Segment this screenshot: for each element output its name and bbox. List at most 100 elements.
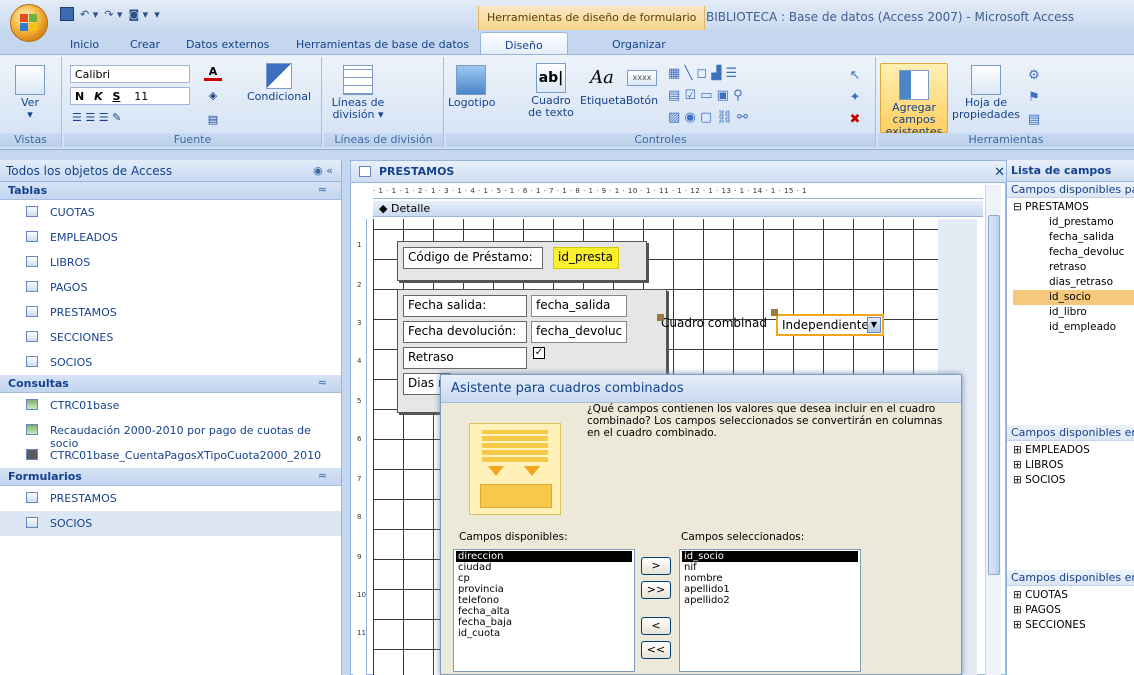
list-item[interactable]: id_cuota: [456, 628, 632, 639]
tab-inicio[interactable]: Inicio: [70, 38, 99, 51]
field-item[interactable]: id_libro: [1013, 305, 1134, 320]
nav-item-form[interactable]: SOCIOS: [0, 511, 341, 536]
codigo-label[interactable]: Código de Préstamo:: [403, 247, 543, 269]
field-item-selected[interactable]: id_socio: [1013, 290, 1134, 305]
attachment-icon[interactable]: ⚲: [733, 88, 743, 103]
nav-collapse-icon[interactable]: ◉ «: [313, 164, 333, 177]
code-icon[interactable]: ⚙: [1028, 68, 1040, 83]
nav-item-query[interactable]: Recaudación 2000-2010 por pago de cuotas…: [0, 418, 341, 450]
field-item[interactable]: id_prestamo: [1013, 215, 1134, 230]
etiqueta-button[interactable]: Aa Etiqueta: [580, 63, 626, 107]
save-icon[interactable]: [60, 7, 74, 21]
font-size-value[interactable]: 11: [134, 90, 148, 103]
gridline-color-icon[interactable]: ▤: [204, 113, 222, 129]
tab-control-icon[interactable]: ▦: [668, 66, 680, 81]
tab-order-icon[interactable]: ▤: [1028, 112, 1040, 127]
nav-item-form[interactable]: PRESTAMOS: [0, 486, 341, 511]
underline-button[interactable]: S: [112, 90, 120, 103]
vertical-scrollbar[interactable]: [985, 185, 1001, 675]
field-item[interactable]: id_empleado: [1013, 320, 1134, 335]
list-item[interactable]: nombre: [682, 573, 858, 584]
tab-herramientas-bd[interactable]: Herramientas de base de datos: [296, 38, 469, 51]
select-icon[interactable]: ↖: [850, 68, 861, 83]
combo-icon[interactable]: ▤: [668, 88, 680, 103]
customize-qat-icon[interactable]: ▾: [154, 8, 160, 21]
checkbox-icon[interactable]: ☑: [684, 88, 696, 103]
rectangle-icon[interactable]: ◻: [696, 66, 707, 81]
office-button[interactable]: [10, 4, 48, 42]
combo-label[interactable]: Cuadro combinad: [657, 314, 775, 336]
fecha-salida-field[interactable]: fecha_salida: [531, 295, 627, 317]
cuadro-texto-button[interactable]: ab| Cuadro de texto: [526, 63, 576, 119]
nav-item-table[interactable]: PAGOS: [0, 275, 341, 300]
list-item[interactable]: nif: [682, 562, 858, 573]
list-item[interactable]: apellido1: [682, 584, 858, 595]
page-break-icon[interactable]: ▭: [700, 88, 712, 103]
hoja-propiedades-button[interactable]: Hoja de propiedades: [952, 65, 1020, 121]
codigo-field[interactable]: id_presta: [553, 247, 619, 269]
document-tab[interactable]: PRESTAMOS: [351, 161, 1007, 183]
tree-node-table[interactable]: ⊞ SOCIOS: [1013, 473, 1134, 488]
nav-section-formularios[interactable]: Formularios ≈: [0, 468, 341, 486]
scroll-thumb[interactable]: [988, 215, 1000, 575]
list-item[interactable]: fecha_baja: [456, 617, 632, 628]
bold-button[interactable]: N: [75, 90, 84, 103]
remove-all-button[interactable]: <<: [641, 641, 671, 659]
tools-extra[interactable]: ⚙ ⚑ ▤: [1024, 65, 1044, 131]
fill-color-icon[interactable]: ◈: [204, 89, 222, 105]
lineas-division-button[interactable]: Líneas de división ▾: [330, 65, 386, 121]
tree-node-table[interactable]: ⊞ CUOTAS: [1013, 588, 1134, 603]
delete-icon[interactable]: ✖: [850, 112, 861, 127]
nav-item-table[interactable]: SOCIOS: [0, 350, 341, 375]
remove-field-button[interactable]: <: [641, 617, 671, 635]
boton-button[interactable]: xxxx Botón: [624, 63, 660, 107]
tab-diseno[interactable]: Diseño: [480, 32, 568, 56]
list-item[interactable]: fecha_alta: [456, 606, 632, 617]
hyperlink-icon[interactable]: ⛓: [716, 110, 733, 125]
chart-icon[interactable]: ▟: [711, 66, 721, 81]
list-item[interactable]: cp: [456, 573, 632, 584]
list-item[interactable]: telefono: [456, 595, 632, 606]
nav-item-table[interactable]: LIBROS: [0, 250, 341, 275]
list-item[interactable]: provincia: [456, 584, 632, 595]
nav-section-tablas[interactable]: Tablas ≈: [0, 182, 341, 200]
field-item[interactable]: fecha_devoluc: [1013, 245, 1134, 260]
retraso-checkbox[interactable]: ✓: [533, 347, 545, 359]
undo-icon[interactable]: ↶ ▾: [80, 8, 98, 21]
tree-node-table[interactable]: ⊞ PAGOS: [1013, 603, 1134, 618]
clip-icon[interactable]: ⚯: [737, 110, 748, 125]
add-all-button[interactable]: >>: [641, 581, 671, 599]
collapse-chevron-icon[interactable]: ≈: [318, 183, 327, 196]
italic-button[interactable]: K: [94, 90, 103, 103]
toggle-icon[interactable]: ▢: [700, 110, 712, 125]
list-item[interactable]: direccion: [456, 551, 632, 562]
view-icon[interactable]: ◙ ▾: [129, 8, 149, 21]
redo-icon[interactable]: ↷ ▾: [104, 8, 122, 21]
list-item[interactable]: apellido2: [682, 595, 858, 606]
selected-fields-list[interactable]: id_socio nif nombre apellido1 apellido2: [679, 549, 861, 672]
tab-crear[interactable]: Crear: [130, 38, 160, 51]
fecha-devolucion-field[interactable]: fecha_devoluc: [531, 321, 627, 343]
move-handle[interactable]: [771, 309, 778, 316]
detail-section-header[interactable]: ◆ Detalle: [373, 201, 983, 217]
nav-section-consultas[interactable]: Consultas ≈: [0, 375, 341, 393]
tree-node-table[interactable]: ⊞ EMPLEADOS: [1013, 443, 1134, 458]
logotipo-button[interactable]: Logotipo: [448, 65, 495, 109]
tab-organizar[interactable]: Organizar: [612, 38, 666, 51]
line-icon[interactable]: ╲: [684, 66, 692, 81]
agregar-campos-button[interactable]: Agregar campos existentes: [880, 63, 948, 138]
field-item[interactable]: fecha_salida: [1013, 230, 1134, 245]
tree-node-table[interactable]: ⊞ SECCIONES: [1013, 618, 1134, 633]
field-item[interactable]: dias_retraso: [1013, 275, 1134, 290]
collapse-chevron-icon[interactable]: ≈: [318, 376, 327, 389]
tree-node-table[interactable]: ⊟ PRESTAMOS: [1013, 200, 1134, 215]
align-icons[interactable]: ☰ ☰ ☰ ✎: [72, 111, 142, 127]
field-item[interactable]: retraso: [1013, 260, 1134, 275]
nav-item-query[interactable]: CTRC01base: [0, 393, 341, 418]
combo-dropdown-icon[interactable]: ▼: [867, 317, 881, 333]
nav-header[interactable]: Todos los objetos de Access ◉ «: [0, 160, 341, 182]
nav-item-query[interactable]: CTRC01base_CuentaPagosXTipoCuota2000_201…: [0, 443, 341, 468]
close-form-icon[interactable]: ✕: [994, 165, 1005, 180]
wizard-icon[interactable]: ✦: [850, 90, 861, 105]
fecha-devolucion-label[interactable]: Fecha devolución:: [403, 321, 527, 343]
